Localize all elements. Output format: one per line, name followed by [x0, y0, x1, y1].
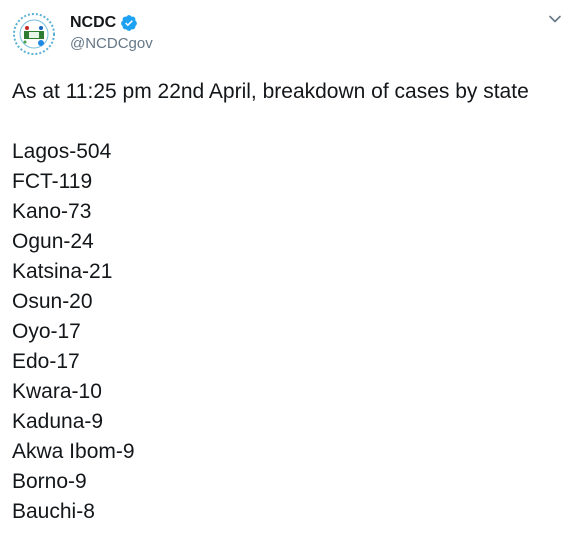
list-item-case: Kano-73	[12, 200, 92, 223]
tweet-card: NCDC @NCDCgov As at 11:25 pm 22nd April,…	[0, 0, 572, 526]
avatar[interactable]	[10, 10, 58, 58]
list-item-case: Oyo-17	[12, 320, 81, 343]
tweet-intro: As at 11:25 pm 22nd April, breakdown of …	[12, 80, 529, 103]
list-item-case: Ogun-24	[12, 230, 94, 253]
cases-list: Lagos-504 FCT-119 Kano-73 Ogun-24 Katsin…	[12, 137, 568, 527]
list-item-case: Borno-9	[12, 470, 87, 493]
tweet-text: As at 11:25 pm 22nd April, breakdown of …	[12, 77, 568, 548]
account-handle[interactable]: @NCDCgov	[70, 35, 153, 52]
list-item-case: Lagos-504	[12, 140, 112, 163]
list-item-case: Kwara-10	[12, 380, 102, 403]
list-item-case: Bauchi-8	[12, 500, 95, 523]
list-item-case: Akwa Ibom-9	[12, 440, 135, 463]
list-item-case: Osun-20	[12, 290, 93, 313]
list-item-case: FCT-119	[12, 170, 93, 193]
display-name[interactable]: NCDC	[70, 14, 116, 32]
verified-badge-icon	[121, 15, 138, 31]
display-name-row: NCDC	[70, 12, 153, 34]
list-item-case: Kaduna-9	[12, 410, 104, 433]
tweet-header: NCDC @NCDCgov	[10, 8, 562, 58]
chevron-down-icon[interactable]	[548, 12, 562, 26]
account-info: NCDC @NCDCgov	[70, 12, 153, 52]
list-item-case: Edo-17	[12, 350, 80, 373]
list-item-case: Katsina-21	[12, 260, 113, 283]
ncdc-logo-icon	[10, 10, 58, 58]
